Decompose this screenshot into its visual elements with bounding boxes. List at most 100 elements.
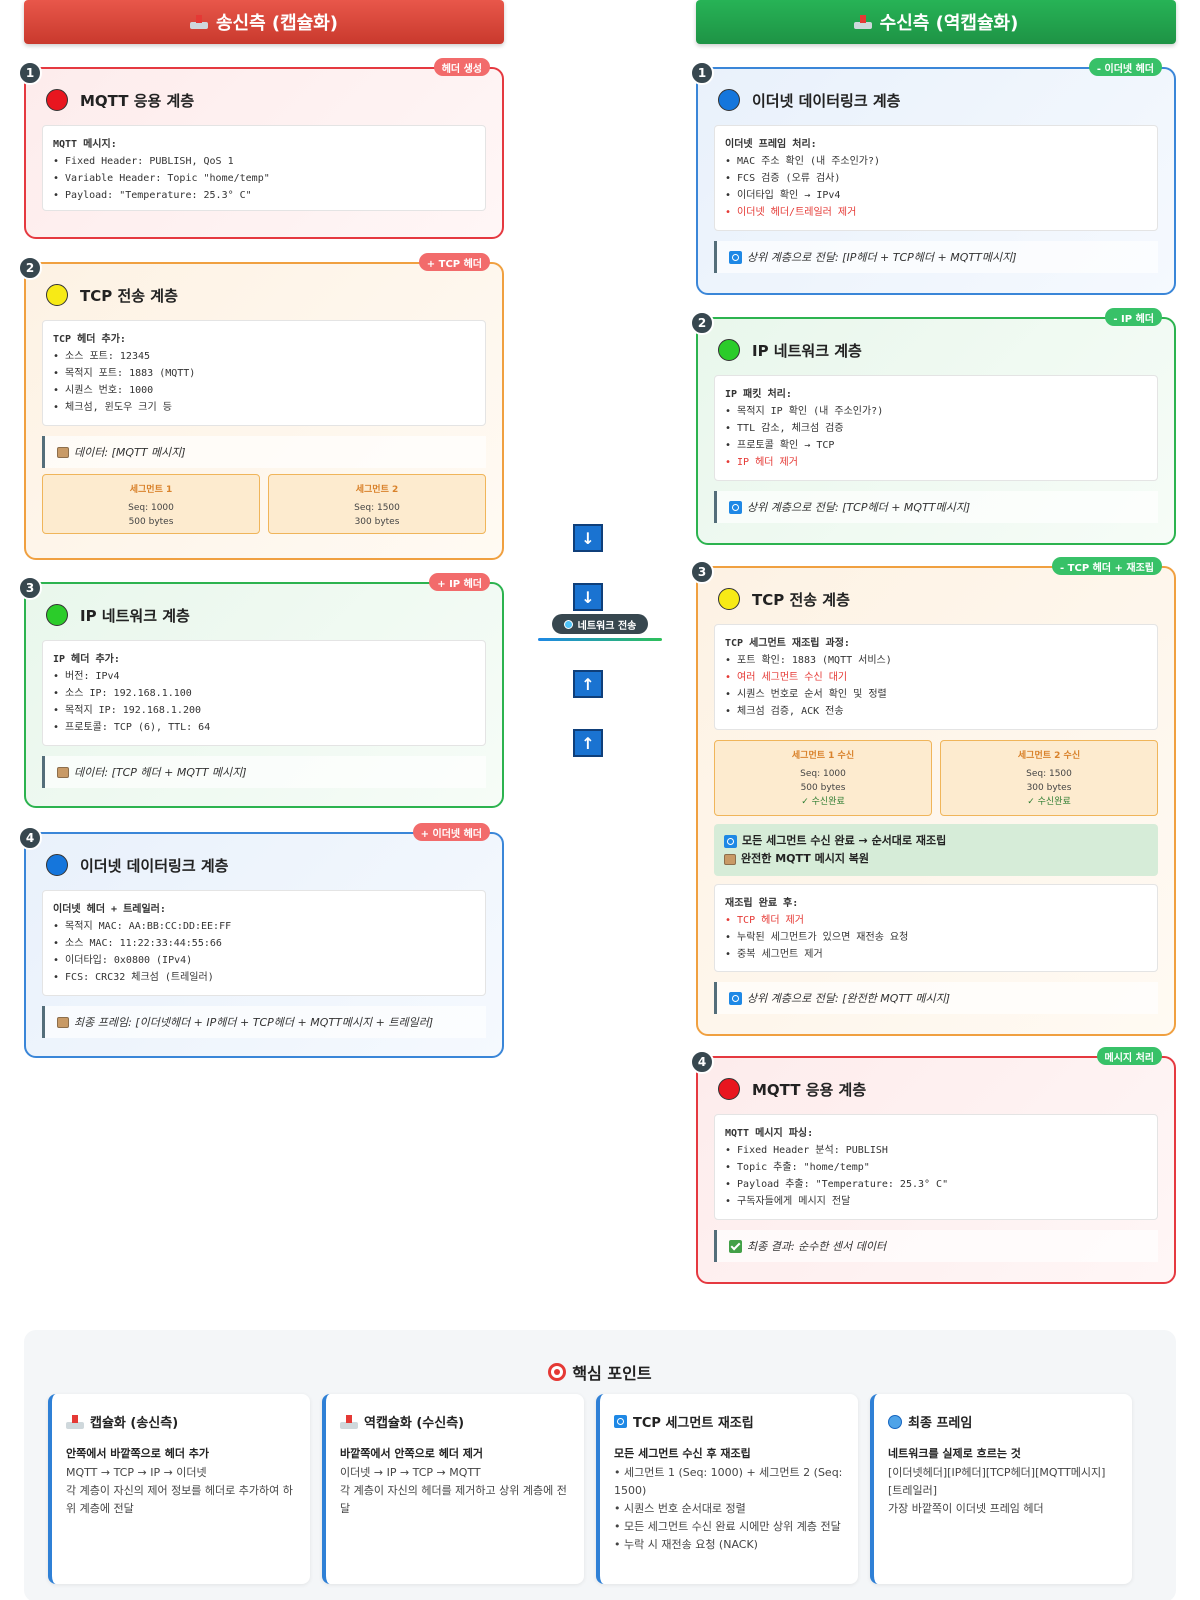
detail-heading: 이더넷 헤더 + 트레일러: <box>53 904 166 915</box>
detail-line: • Topic 추출: "home/temp" <box>725 1162 870 1173</box>
outbox-icon <box>66 1414 84 1429</box>
red-circle-icon <box>718 1078 740 1100</box>
layer-title-text: TCP 전송 계층 <box>752 590 850 609</box>
point-card-title: 캡슐화 (송신측) <box>66 1412 296 1431</box>
package-icon <box>57 766 69 778</box>
segment-status: ✓ 수신완료 <box>801 797 845 807</box>
receiver-layer-ethernet: 1 - 이더넷 헤더 이더넷 데이터링크 계층 이더넷 프레임 처리: • MA… <box>690 58 1176 295</box>
post-reassembly-detail: 재조립 완료 후: • TCP 헤더 제거 • 누락된 세그먼트가 있으면 재전… <box>714 884 1158 972</box>
point-card-title-text: TCP 세그먼트 재조립 <box>633 1416 754 1431</box>
target-icon <box>548 1363 567 1381</box>
point-card-subtitle: 네트워크를 실제로 흐르는 것 <box>888 1447 1021 1460</box>
detail-heading: TCP 헤더 추가: <box>53 334 126 345</box>
detail-line: • Variable Header: Topic "home/temp" <box>53 173 270 184</box>
cycle-icon <box>724 834 737 848</box>
segment-title: 세그먼트 1 <box>129 485 173 495</box>
segment-title: 세그먼트 1 수신 <box>791 751 855 761</box>
check-icon <box>729 1239 742 1253</box>
point-card-title-text: 역캡슐화 (수신측) <box>364 1416 465 1431</box>
layer-detail: 이더넷 프레임 처리: • MAC 주소 확인 (내 주소인가?) • FCS … <box>714 125 1158 231</box>
point-card-title: TCP 세그먼트 재조립 <box>614 1412 844 1431</box>
detail-heading: IP 헤더 추가: <box>53 654 120 665</box>
blue-circle-icon <box>718 89 740 111</box>
layer-title: 이더넷 데이터링크 계층 <box>46 854 228 876</box>
detail-line: • 목적지 IP: 192.168.1.200 <box>53 705 202 716</box>
layer-detail: TCP 세그먼트 재조립 과정: • 포트 확인: 1883 (MQTT 서비스… <box>714 624 1158 730</box>
sender-layer-ethernet: 4 + 이더넷 헤더 이더넷 데이터링크 계층 이더넷 헤더 + 트레일러: •… <box>18 823 504 1058</box>
segment-size: 300 bytes <box>1026 783 1072 793</box>
layer-title-text: IP 네트워크 계층 <box>752 341 862 360</box>
reassembly-text: 완전한 MQTT 메시지 복원 <box>741 852 870 865</box>
reassembly-result: 모든 세그먼트 수신 완료 → 순서대로 재조립 완전한 MQTT 메시지 복원 <box>714 824 1158 876</box>
detail-line: • 소스 포트: 12345 <box>53 351 151 362</box>
layer-title: IP 네트워크 계층 <box>46 604 190 626</box>
reassembly-line: 완전한 MQTT 메시지 복원 <box>724 850 1148 868</box>
detail-line: • 목적지 MAC: AA:BB:CC:DD:EE:FF <box>53 921 232 932</box>
layer-detail: TCP 헤더 추가: • 소스 포트: 12345 • 목적지 포트: 1883… <box>42 320 486 426</box>
point-card-line: 각 계층이 자신의 제어 정보를 헤더로 추가하여 하위 계층에 전달 <box>66 1484 293 1515</box>
segment-status: ✓ 수신완료 <box>1027 797 1071 807</box>
network-transfer-text: 네트워크 전송 <box>577 620 637 632</box>
step-number: 4 <box>18 826 42 850</box>
point-card-title-text: 캡슐화 (송신측) <box>90 1416 179 1431</box>
point-card-line: • 모든 세그먼트 수신 완료 시에만 상위 계층 전달 <box>614 1520 841 1533</box>
detail-line: • 체크섬 검증, ACK 전송 <box>725 706 844 717</box>
detail-line: • 시퀀스 번호: 1000 <box>53 385 154 396</box>
detail-line: • 체크섬, 윈도우 크기 등 <box>53 402 172 413</box>
cycle-icon <box>729 991 742 1005</box>
detail-line-highlight: • TCP 헤더 제거 <box>725 915 804 926</box>
point-card-line: [이더넷헤더][IP헤더][TCP헤더][MQTT메시지][트레일러] <box>888 1466 1106 1497</box>
layer-detail: MQTT 메시지: • Fixed Header: PUBLISH, QoS 1… <box>42 125 486 211</box>
detail-line: • Fixed Header 분석: PUBLISH <box>725 1145 888 1156</box>
segment-seq: Seq: 1500 <box>1026 769 1072 779</box>
point-card-reassembly: TCP 세그먼트 재조립 모든 세그먼트 수신 후 재조립 • 세그먼트 1 (… <box>596 1394 858 1584</box>
sender-header: 송신측 (캡슐화) <box>24 0 504 44</box>
up-arrow-icon: ↑ <box>573 670 603 698</box>
layer-title: MQTT 응용 계층 <box>46 89 194 111</box>
globe-icon <box>888 1414 902 1429</box>
segment-box: 세그먼트 2 Seq: 1500 300 bytes <box>268 474 486 534</box>
note-text: 상위 계층으로 전달: [TCP헤더 + MQTT메시지] <box>747 501 971 514</box>
segment-seq: Seq: 1000 <box>800 769 846 779</box>
point-card-encapsulation: 캡슐화 (송신측) 안쪽에서 바깥쪽으로 헤더 추가 MQTT → TCP → … <box>48 1394 310 1584</box>
detail-line: • TTL 감소, 체크섬 검증 <box>725 423 844 434</box>
layer-title-text: 이더넷 데이터링크 계층 <box>752 91 901 110</box>
point-card-subtitle: 모든 세그먼트 수신 후 재조립 <box>614 1447 751 1460</box>
down-arrow-icon: ↓ <box>573 583 603 611</box>
detail-heading: 이더넷 프레임 처리: <box>725 139 817 150</box>
sender-layer-ip: 3 + IP 헤더 IP 네트워크 계층 IP 헤더 추가: • 버전: IPv… <box>18 573 504 808</box>
detail-line: • FCS: CRC32 체크섬 (트레일러) <box>53 972 214 983</box>
point-card-line: MQTT → TCP → IP → 이더넷 <box>66 1466 207 1479</box>
data-note: 최종 결과: 순수한 센서 데이터 <box>714 1230 1158 1262</box>
detail-line: • FCS 검증 (오류 검사) <box>725 173 841 184</box>
detail-line-highlight: • 이더넷 헤더/트레일러 제거 <box>725 207 857 218</box>
key-points-title: 핵심 포인트 <box>24 1360 1176 1384</box>
package-icon <box>724 853 736 865</box>
inbox-icon <box>853 15 872 29</box>
detail-line: • 목적지 IP 확인 (내 주소인가?) <box>725 406 884 417</box>
step-number: 1 <box>18 61 42 85</box>
point-card-line: • 세그먼트 1 (Seq: 1000) + 세그먼트 2 (Seq: 1500… <box>614 1466 843 1497</box>
package-icon <box>57 1016 69 1028</box>
data-note: 데이터: [MQTT 메시지] <box>42 436 486 468</box>
note-text: 상위 계층으로 전달: [IP헤더 + TCP헤더 + MQTT메시지] <box>747 251 1017 264</box>
yellow-circle-icon <box>46 284 68 306</box>
layer-badge: - 이더넷 헤더 <box>1088 58 1162 76</box>
step-number: 1 <box>690 61 714 85</box>
point-card-subtitle: 안쪽에서 바깥쪽으로 헤더 추가 <box>66 1447 210 1460</box>
point-card-title: 최종 프레임 <box>888 1412 1118 1431</box>
detail-heading: MQTT 메시지: <box>53 139 117 150</box>
layer-title-text: 이더넷 데이터링크 계층 <box>80 856 229 875</box>
step-number: 3 <box>18 576 42 600</box>
blue-circle-icon <box>46 854 68 876</box>
detail-line: • 소스 MAC: 11:22:33:44:55:66 <box>53 938 222 949</box>
detail-heading: MQTT 메시지 파싱: <box>725 1128 814 1139</box>
segment-box: 세그먼트 2 수신 Seq: 1500 300 bytes ✓ 수신완료 <box>940 740 1158 816</box>
receiver-layer-mqtt: 4 메시지 처리 MQTT 응용 계층 MQTT 메시지 파싱: • Fixed… <box>690 1047 1176 1284</box>
data-note: 상위 계층으로 전달: [IP헤더 + TCP헤더 + MQTT메시지] <box>714 241 1158 273</box>
receiver-header-label: 수신측 (역캡슐화) <box>879 13 1019 34</box>
cycle-icon <box>614 1415 627 1428</box>
detail-line: • 소스 IP: 192.168.1.100 <box>53 688 192 699</box>
green-circle-icon <box>718 339 740 361</box>
outbox-icon <box>189 15 208 29</box>
